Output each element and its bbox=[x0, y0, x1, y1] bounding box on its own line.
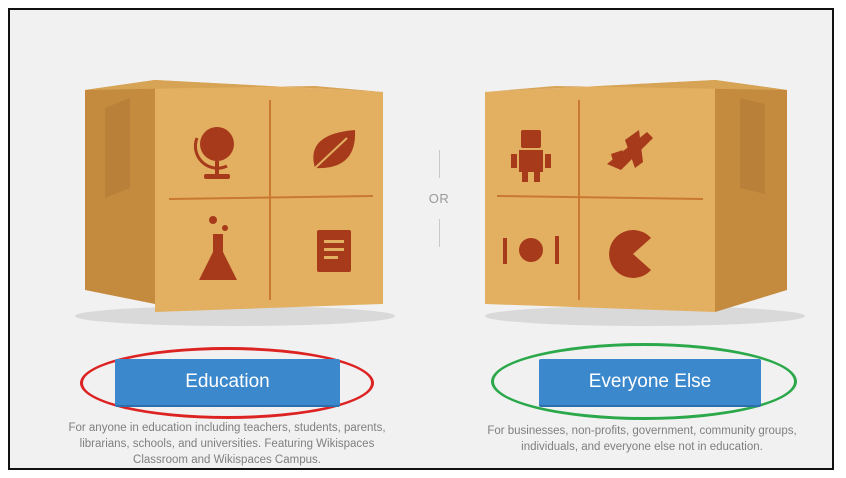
or-label: OR bbox=[428, 191, 450, 206]
notebook-icon bbox=[317, 230, 351, 272]
separator-line-bottom bbox=[438, 219, 440, 247]
education-box[interactable] bbox=[65, 68, 405, 330]
everyone-else-box[interactable] bbox=[475, 68, 815, 330]
page-frame: OR Education For anyone in education inc… bbox=[8, 8, 834, 470]
separator-line-top bbox=[438, 150, 440, 178]
education-button[interactable]: Education bbox=[115, 359, 340, 405]
everyone-else-description: For businesses, non-profits, government,… bbox=[487, 425, 797, 453]
or-separator: OR bbox=[424, 150, 454, 260]
education-description: For anyone in education including teache… bbox=[68, 422, 386, 466]
everyone-else-button[interactable]: Everyone Else bbox=[539, 359, 761, 405]
